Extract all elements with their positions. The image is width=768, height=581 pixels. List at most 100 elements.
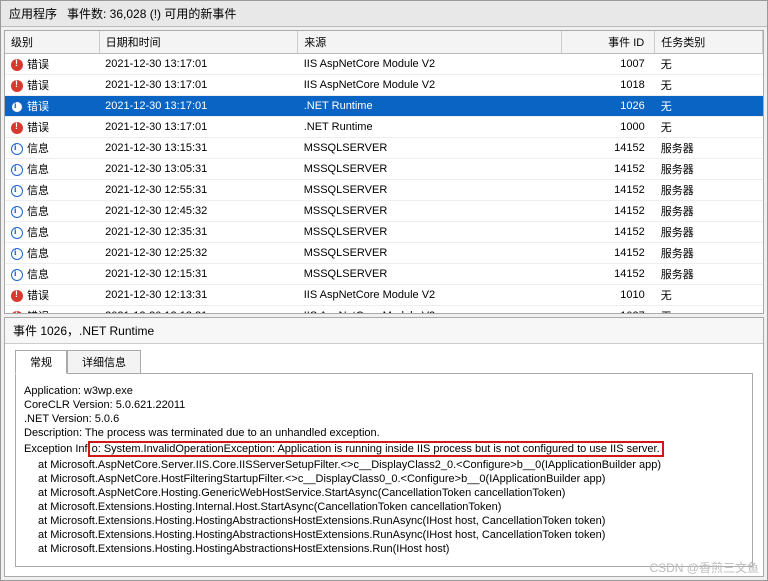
col-level[interactable]: 级别 xyxy=(5,31,99,54)
table-row[interactable]: 信息 2021-12-30 12:45:32MSSQLSERVER14152服务器 xyxy=(5,201,763,222)
cell-event-id: 14152 xyxy=(561,201,654,222)
watermark: CSDN @香煎三文鱼 xyxy=(649,559,759,576)
error-icon xyxy=(11,80,23,92)
cell-datetime: 2021-12-30 13:17:01 xyxy=(99,75,298,96)
table-row[interactable]: 错误2021-12-30 13:17:01.NET Runtime1000无 xyxy=(5,117,763,138)
cell-event-id: 1000 xyxy=(561,117,654,138)
cell-source: MSSQLSERVER xyxy=(298,201,562,222)
col-datetime[interactable]: 日期和时间 xyxy=(99,31,298,54)
level-text: 错误 xyxy=(27,311,49,314)
cell-event-id: 1010 xyxy=(561,285,654,306)
stack-line: at Microsoft.AspNetCore.HostFilteringSta… xyxy=(24,472,744,486)
info-icon xyxy=(11,269,23,281)
info-icon xyxy=(11,206,23,218)
cell-datetime: 2021-12-30 12:13:31 xyxy=(99,306,298,315)
col-category[interactable]: 任务类别 xyxy=(655,31,763,54)
cell-event-id: 1007 xyxy=(561,54,654,75)
cell-datetime: 2021-12-30 13:17:01 xyxy=(99,54,298,75)
event-viewer-window: 应用程序 事件数: 36,028 (!) 可用的新事件 级别 日期和时间 来源 … xyxy=(0,0,768,581)
stack-line: at Microsoft.Extensions.Hosting.Internal… xyxy=(24,500,744,514)
event-count: 事件数: 36,028 (!) 可用的新事件 xyxy=(67,5,236,22)
cell-source: MSSQLSERVER xyxy=(298,180,562,201)
app-title: 应用程序 xyxy=(9,5,57,22)
table-row[interactable]: 信息2021-12-30 12:35:31MSSQLSERVER14152服务器 xyxy=(5,222,763,243)
detail-line: Application: w3wp.exe xyxy=(24,384,744,398)
table-header-row: 级别 日期和时间 来源 事件 ID 任务类别 xyxy=(5,31,763,54)
info-icon xyxy=(11,143,23,155)
level-text: 错误 xyxy=(27,290,49,302)
exception-prefix: Exception Inf xyxy=(24,443,88,455)
level-text: 信息 xyxy=(27,206,49,218)
cell-datetime: 2021-12-30 12:45:32 xyxy=(99,201,298,222)
cell-event-id: 14152 xyxy=(561,264,654,285)
cell-category: 无 xyxy=(655,75,763,96)
cell-datetime: 2021-12-30 12:13:31 xyxy=(99,285,298,306)
table-row[interactable]: 错误2021-12-30 13:17:01.NET Runtime1026无 xyxy=(5,96,763,117)
info-icon xyxy=(11,164,23,176)
cell-category: 无 xyxy=(655,96,763,117)
stack-line: at Microsoft.AspNetCore.Server.IIS.Core.… xyxy=(24,458,744,472)
tab-general[interactable]: 常规 xyxy=(15,350,67,374)
table-row[interactable]: 错误 2021-12-30 12:13:31IIS AspNetCore Modu… xyxy=(5,285,763,306)
table-row[interactable]: 错误 2021-12-30 12:13:31IIS AspNetCore Modu… xyxy=(5,306,763,315)
info-icon xyxy=(11,185,23,197)
stack-line: at Microsoft.Extensions.Hosting.HostingA… xyxy=(24,528,744,542)
detail-line: CoreCLR Version: 5.0.621.22011 xyxy=(24,398,744,412)
level-text: 错误 xyxy=(27,122,49,134)
cell-category: 服务器 xyxy=(655,201,763,222)
table-row[interactable]: 信息2021-12-30 13:05:31MSSQLSERVER14152服务器 xyxy=(5,159,763,180)
cell-category: 无 xyxy=(655,306,763,315)
table-row[interactable]: 错误2021-12-30 13:17:01IIS AspNetCore Modu… xyxy=(5,75,763,96)
level-text: 错误 xyxy=(27,59,49,71)
table-row[interactable]: 信息2021-12-30 12:25:32MSSQLSERVER14152服务器 xyxy=(5,243,763,264)
cell-datetime: 2021-12-30 13:17:01 xyxy=(99,96,298,117)
cell-source: .NET Runtime xyxy=(298,117,562,138)
level-text: 信息 xyxy=(27,248,49,260)
level-text: 信息 xyxy=(27,164,49,176)
cell-event-id: 14152 xyxy=(561,180,654,201)
col-event-id[interactable]: 事件 ID xyxy=(561,31,654,54)
cell-source: IIS AspNetCore Module V2 xyxy=(298,285,562,306)
header-bar: 应用程序 事件数: 36,028 (!) 可用的新事件 xyxy=(1,1,767,27)
cell-source: IIS AspNetCore Module V2 xyxy=(298,306,562,315)
error-icon xyxy=(11,59,23,71)
cell-event-id: 1018 xyxy=(561,75,654,96)
details-pane: 事件 1026，.NET Runtime 常规 详细信息 Application… xyxy=(4,317,764,577)
table-row[interactable]: 信息 2021-12-30 12:55:31MSSQLSERVER14152服务器 xyxy=(5,180,763,201)
cell-event-id: 14152 xyxy=(561,138,654,159)
cell-source: MSSQLSERVER xyxy=(298,222,562,243)
cell-datetime: 2021-12-30 13:17:01 xyxy=(99,117,298,138)
cell-event-id: 14152 xyxy=(561,222,654,243)
cell-datetime: 2021-12-30 13:15:31 xyxy=(99,138,298,159)
cell-source: .NET Runtime xyxy=(298,96,562,117)
cell-datetime: 2021-12-30 13:05:31 xyxy=(99,159,298,180)
cell-datetime: 2021-12-30 12:15:31 xyxy=(99,264,298,285)
cell-source: IIS AspNetCore Module V2 xyxy=(298,54,562,75)
col-source[interactable]: 来源 xyxy=(298,31,562,54)
stack-line: at Microsoft.Extensions.Hosting.HostingA… xyxy=(24,514,744,528)
stack-line: at Microsoft.Extensions.Hosting.HostingA… xyxy=(24,542,744,556)
exception-line: Exception Info: System.InvalidOperationE… xyxy=(24,440,744,458)
table-row[interactable]: 信息2021-12-30 13:15:31MSSQLSERVER14152服务器 xyxy=(5,138,763,159)
cell-event-id: 14152 xyxy=(561,159,654,180)
cell-category: 无 xyxy=(655,285,763,306)
cell-category: 服务器 xyxy=(655,264,763,285)
info-icon xyxy=(11,227,23,239)
cell-source: MSSQLSERVER xyxy=(298,159,562,180)
cell-datetime: 2021-12-30 12:55:31 xyxy=(99,180,298,201)
stack-line: at Microsoft.AspNetCore.Hosting.GenericW… xyxy=(24,486,744,500)
event-list-pane[interactable]: 级别 日期和时间 来源 事件 ID 任务类别 错误2021-12-30 13:1… xyxy=(4,30,764,314)
cell-category: 服务器 xyxy=(655,180,763,201)
cell-source: MSSQLSERVER xyxy=(298,264,562,285)
table-row[interactable]: 错误 2021-12-30 13:17:01IIS AspNetCore Modu… xyxy=(5,54,763,75)
tab-body-general[interactable]: Application: w3wp.exeCoreCLR Version: 5.… xyxy=(15,373,753,567)
event-detail-title: 事件 1026，.NET Runtime xyxy=(5,318,763,344)
tab-details[interactable]: 详细信息 xyxy=(67,350,141,374)
error-icon xyxy=(11,122,23,134)
cell-datetime: 2021-12-30 12:25:32 xyxy=(99,243,298,264)
exception-highlight: o: System.InvalidOperationException: App… xyxy=(88,441,664,457)
detail-tabs: 常规 详细信息 xyxy=(15,350,763,374)
detail-line: .NET Version: 5.0.6 xyxy=(24,412,744,426)
level-text: 信息 xyxy=(27,185,49,197)
table-row[interactable]: 信息2021-12-30 12:15:31MSSQLSERVER14152服务器 xyxy=(5,264,763,285)
